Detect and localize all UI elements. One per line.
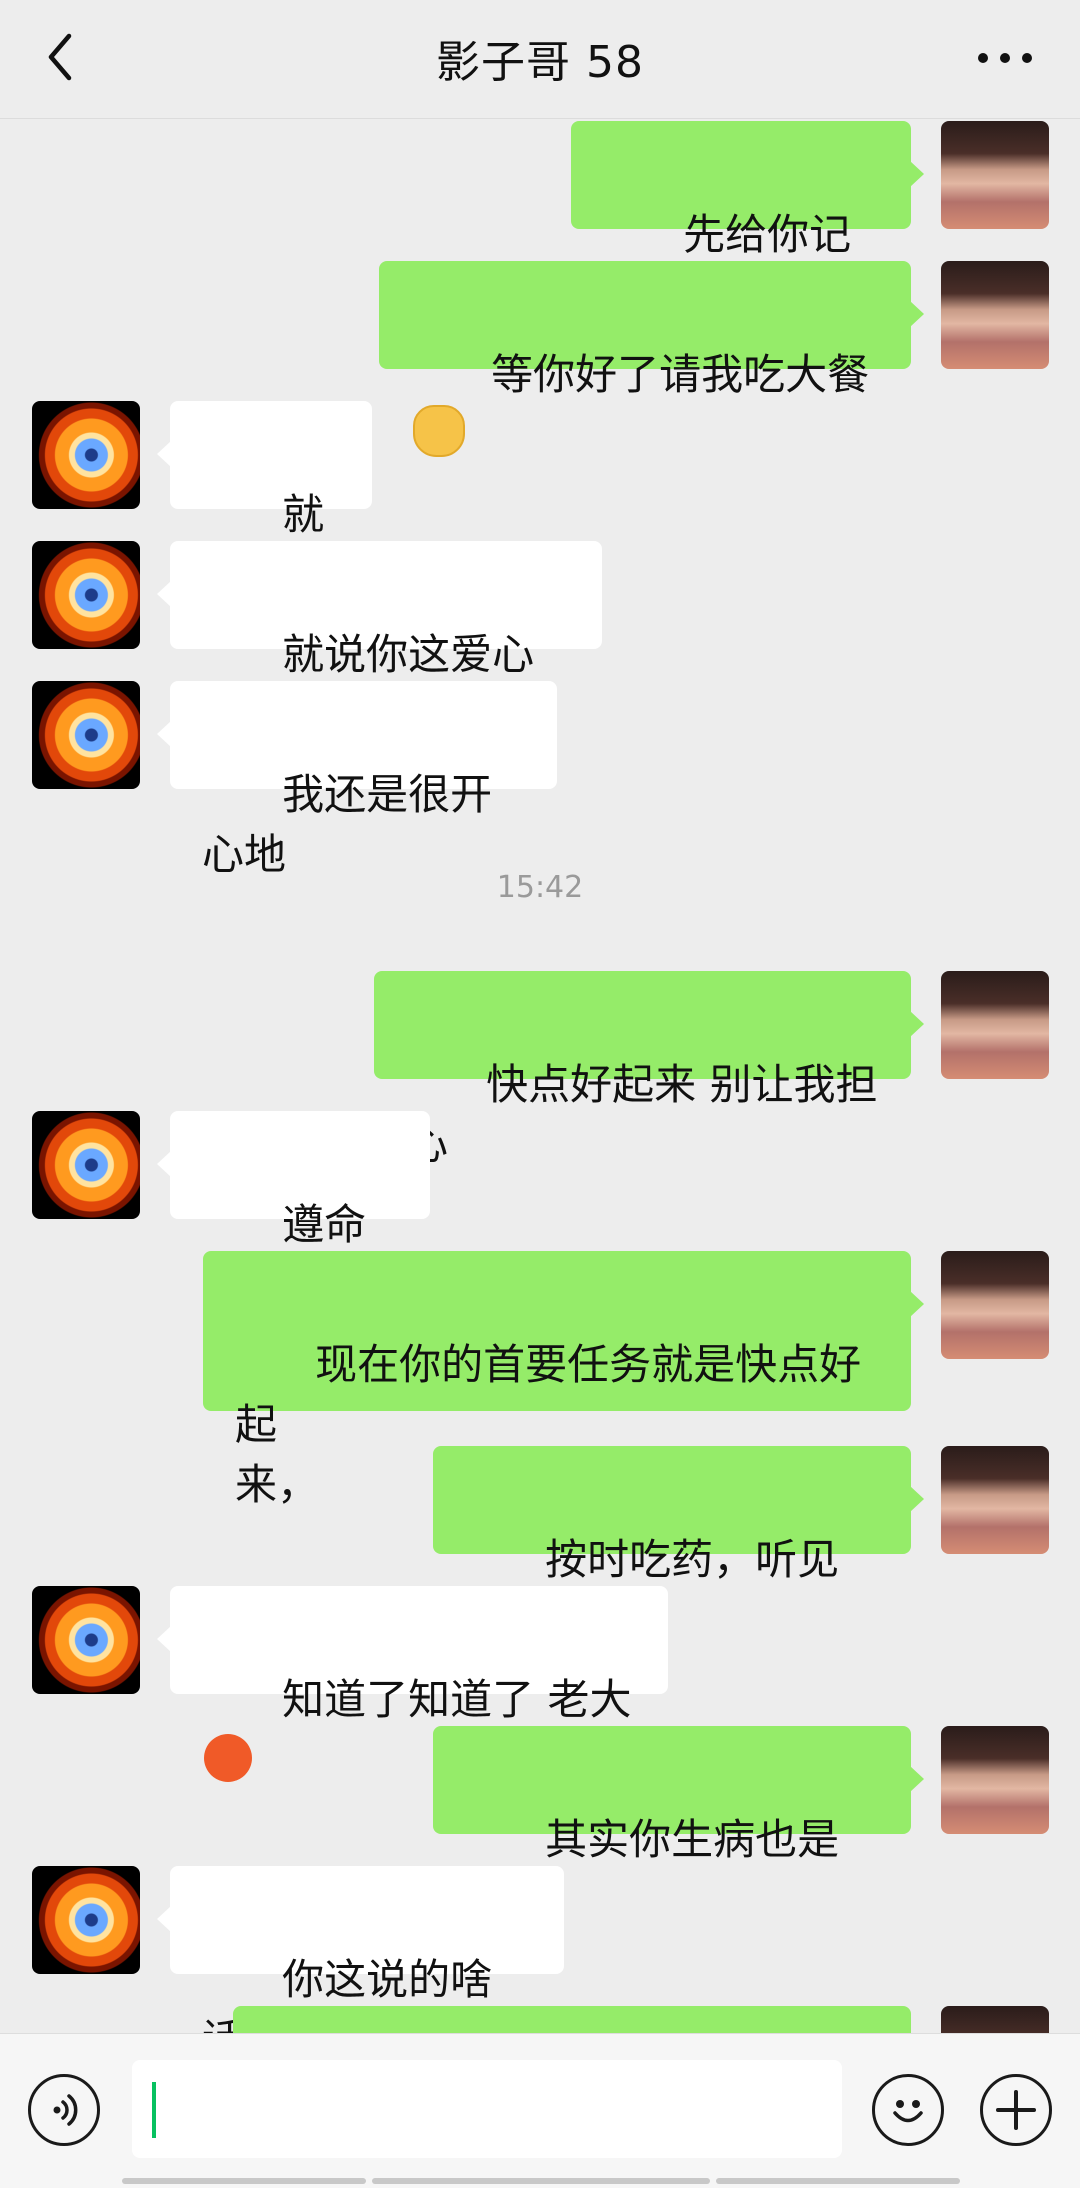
scroll-indicator (122, 2178, 366, 2184)
received-message-bubble[interactable]: 就这啊 (157, 401, 372, 599)
my-avatar[interactable] (941, 971, 1049, 1079)
contact-avatar[interactable] (32, 1866, 140, 1974)
timestamp: 15:42 (496, 870, 584, 905)
emoji-button[interactable] (872, 2074, 944, 2146)
contact-avatar[interactable] (32, 1111, 140, 1219)
chat-header: 影子哥 58 (0, 0, 1080, 119)
my-avatar[interactable] (941, 1446, 1049, 1554)
sent-message-bubble[interactable]: 快点好起来 别让我担心 (374, 971, 924, 1169)
scroll-indicator (716, 2178, 960, 2184)
sent-message-bubble[interactable]: 按时吃药，听见了没 (433, 1446, 924, 1644)
voice-icon (53, 2094, 78, 2126)
contact-avatar[interactable] (32, 1586, 140, 1694)
plus-icon (996, 2090, 1036, 2130)
message-text: 我还是很开心地 (202, 770, 493, 879)
sent-message-bubble[interactable]: 先给你记账上 (571, 121, 924, 319)
contact-avatar[interactable] (32, 541, 140, 649)
sweat-emoji-icon (204, 1734, 252, 1782)
message-text: 等你好了请我吃大餐 (491, 350, 870, 399)
my-avatar[interactable] (941, 121, 1049, 229)
sent-message-bubble[interactable] (233, 2006, 911, 2033)
received-message-bubble[interactable]: 知道了知道了 老大 (157, 1586, 668, 1782)
sent-message-bubble[interactable]: 其实你生病也是好事 (433, 1726, 924, 1924)
my-avatar[interactable] (941, 2006, 1049, 2033)
message-list[interactable]: 先给你记账上 等你好了请我吃大餐 就这啊 就说你这爱心便当 我还是很开心地 15… (0, 118, 1080, 2033)
message-text: 快点好起来 别让我担心 (406, 1060, 878, 1169)
received-message-bubble[interactable]: 遵命 老大 (157, 1111, 430, 1309)
more-dots-icon (978, 53, 1032, 63)
contact-avatar[interactable] (32, 401, 140, 509)
received-message-bubble[interactable]: 就说你这爱心便当 (157, 541, 602, 739)
sent-message-bubble[interactable]: 现在你的首要任务就是快点好起 来， (203, 1251, 924, 1509)
sent-message-bubble[interactable]: 等你好了请我吃大餐 (379, 261, 924, 457)
received-message-bubble[interactable]: 我还是很开心地 (157, 681, 557, 879)
chat-title: 影子哥 58 (436, 37, 644, 88)
text-caret (152, 2082, 156, 2138)
cat-emoji-icon (413, 405, 465, 457)
message-input[interactable] (132, 2060, 842, 2158)
plus-button[interactable] (980, 2074, 1052, 2146)
contact-avatar[interactable] (32, 681, 140, 789)
input-bar (0, 2033, 1080, 2188)
scroll-indicator (372, 2178, 710, 2184)
received-message-bubble[interactable]: 你这说的啥话 (157, 1866, 564, 2033)
voice-button[interactable] (28, 2074, 100, 2146)
more-button[interactable] (970, 30, 1040, 86)
my-avatar[interactable] (941, 1251, 1049, 1359)
message-text: 知道了知道了 老大 (282, 1675, 632, 1724)
my-avatar[interactable] (941, 261, 1049, 369)
emoji-icon (893, 2100, 923, 2123)
my-avatar[interactable] (941, 1726, 1049, 1834)
